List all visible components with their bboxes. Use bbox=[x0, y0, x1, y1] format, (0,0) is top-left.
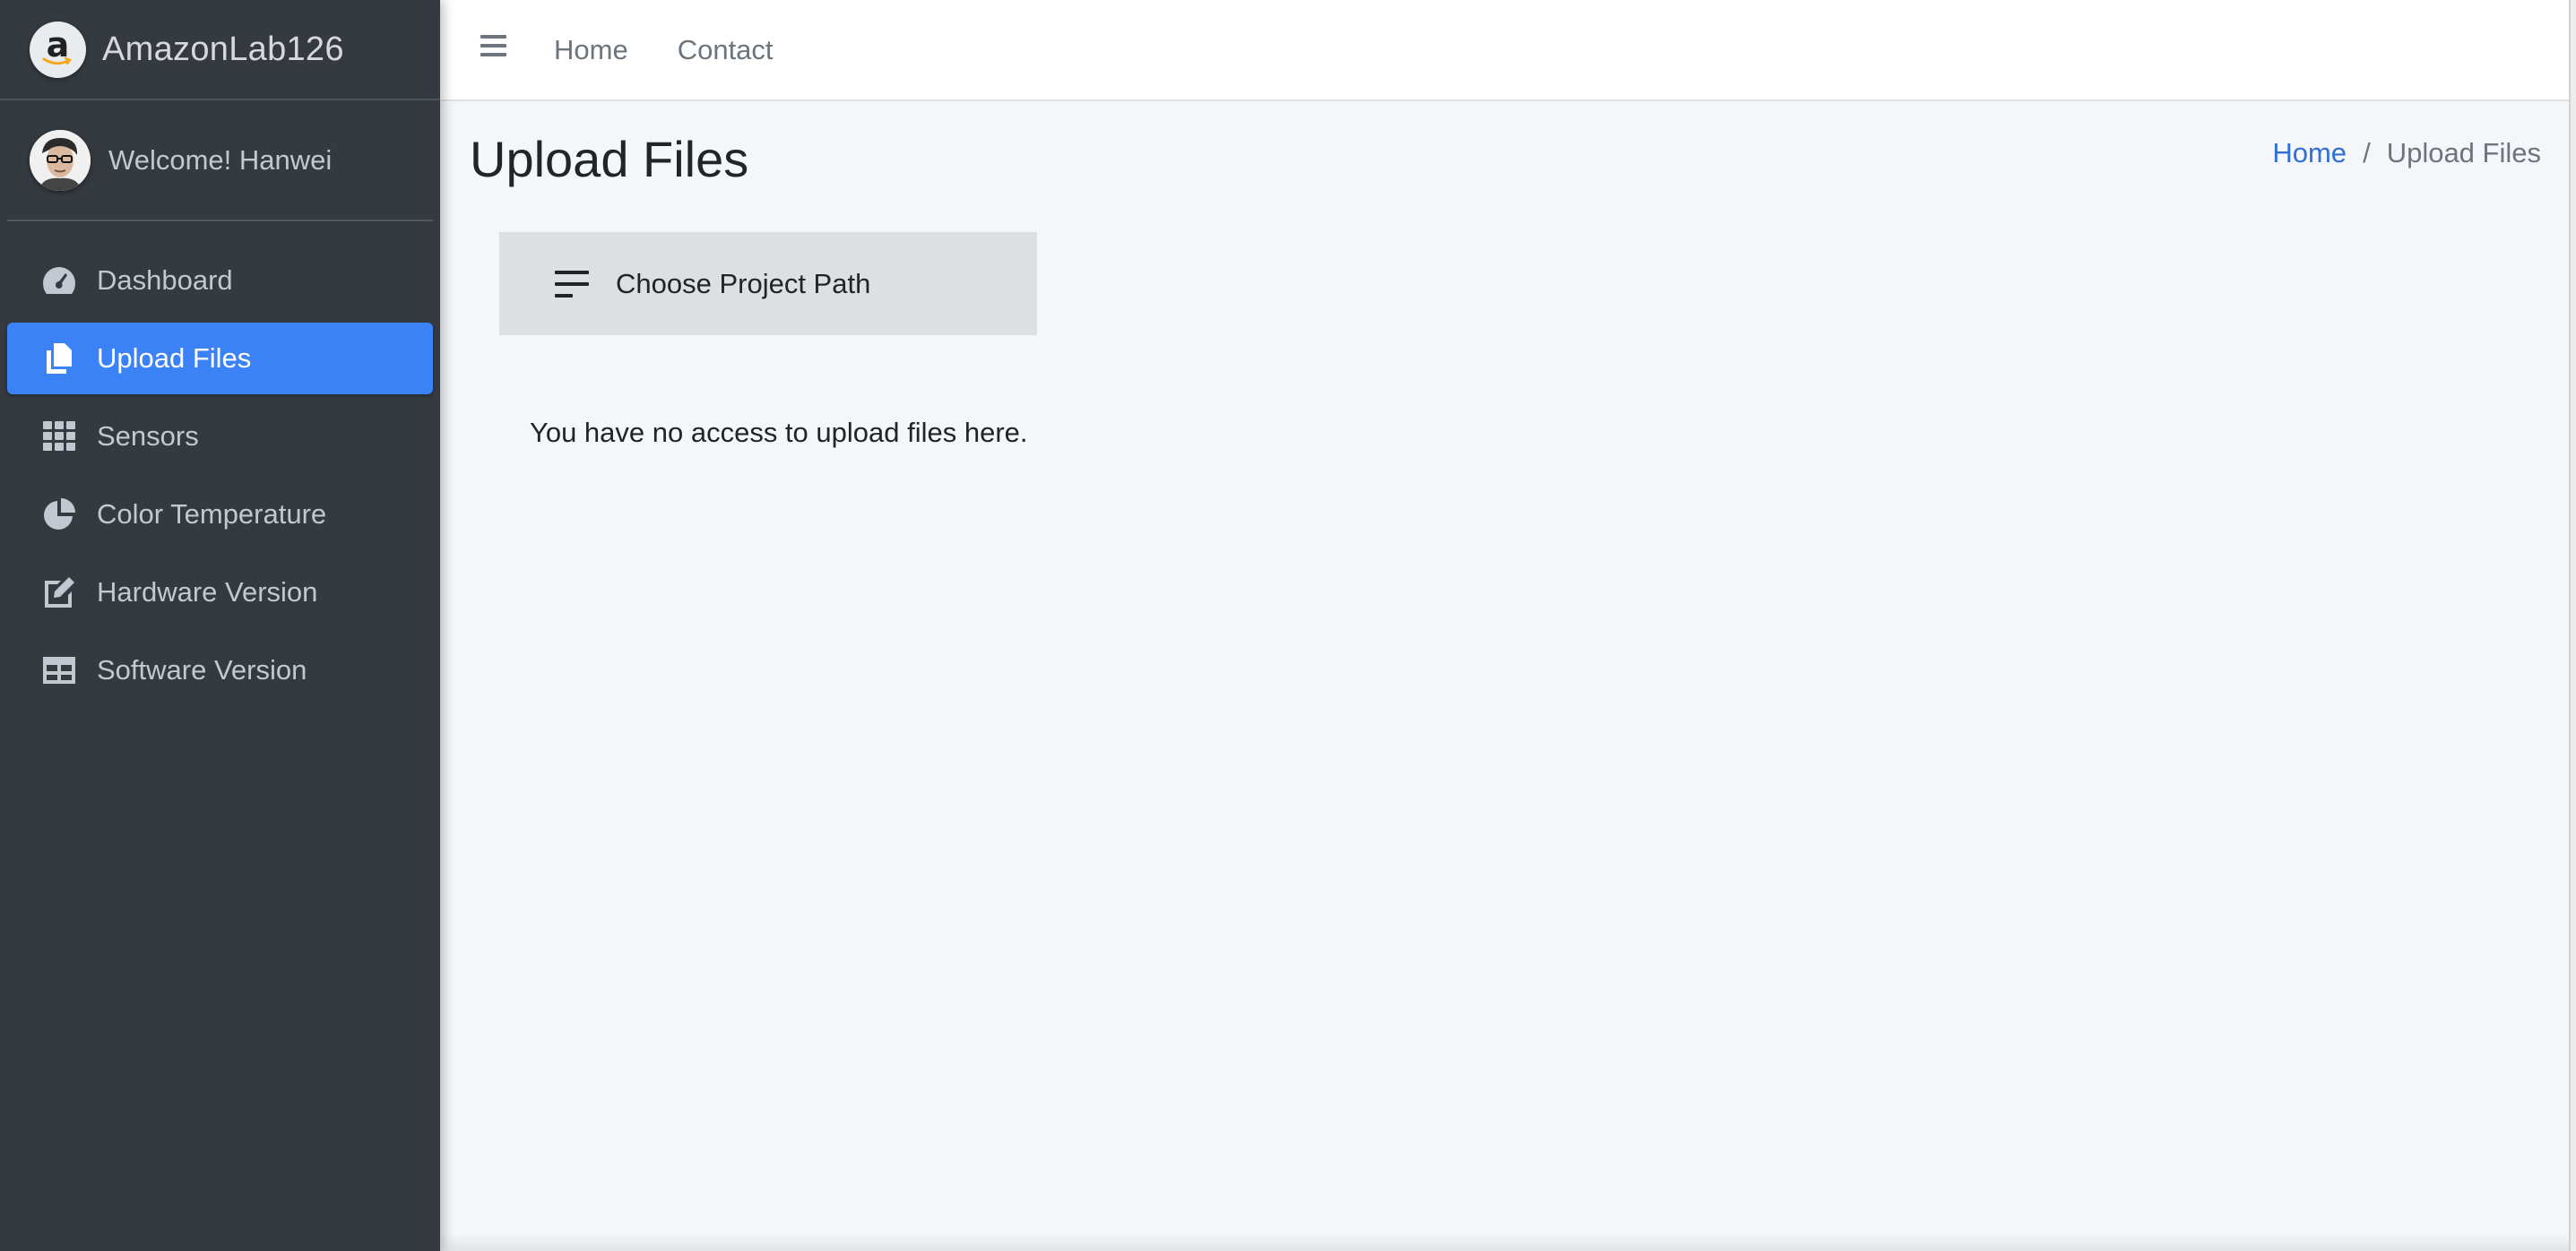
breadcrumb-current: Upload Files bbox=[2386, 137, 2541, 168]
sidebar-item-hardware-version[interactable]: Hardware Version bbox=[7, 556, 433, 628]
page-title: Upload Files bbox=[470, 131, 749, 187]
grid-icon bbox=[41, 418, 77, 454]
welcome-text: Welcome! Hanwei bbox=[108, 143, 333, 176]
tachometer-icon bbox=[41, 263, 77, 298]
choose-project-path-label: Choose Project Path bbox=[616, 267, 871, 299]
nav-link-home[interactable]: Home bbox=[554, 34, 628, 66]
sidebar-item-software-version[interactable]: Software Version bbox=[7, 634, 433, 706]
breadcrumb: Home / Upload Files bbox=[2272, 137, 2541, 169]
sidebar-item-dashboard[interactable]: Dashboard bbox=[7, 245, 433, 316]
sidebar-item-label: Software Version bbox=[97, 654, 307, 686]
sidebar-item-label: Color Temperature bbox=[97, 498, 327, 530]
sidebar-item-sensors[interactable]: Sensors bbox=[7, 401, 433, 472]
table-icon bbox=[41, 652, 77, 688]
top-navbar: Home Contact bbox=[440, 0, 2569, 101]
breadcrumb-separator: / bbox=[2363, 137, 2371, 168]
pie-chart-icon bbox=[41, 496, 77, 532]
avatar[interactable] bbox=[30, 129, 91, 191]
sidebar-item-label: Hardware Version bbox=[97, 576, 318, 608]
bottom-shadow bbox=[440, 1233, 2569, 1251]
amazon-logo-icon: a bbox=[30, 21, 86, 78]
align-left-icon bbox=[555, 270, 589, 298]
sidebar-item-color-temperature[interactable]: Color Temperature bbox=[7, 479, 433, 550]
no-access-message: You have no access to upload files here. bbox=[530, 417, 1028, 448]
brand-name: AmazonLab126 bbox=[102, 30, 344, 68]
edit-icon bbox=[41, 574, 77, 610]
breadcrumb-home-link[interactable]: Home bbox=[2272, 137, 2347, 169]
sidebar-item-label: Dashboard bbox=[97, 264, 233, 296]
nav-link-contact[interactable]: Contact bbox=[678, 34, 774, 66]
sidebar-item-upload-files[interactable]: Upload Files bbox=[7, 323, 433, 394]
window-scrollbar[interactable] bbox=[2569, 0, 2576, 1251]
copy-files-icon bbox=[41, 341, 77, 376]
sidebar-item-label: Sensors bbox=[97, 420, 199, 452]
sidebar-item-label: Upload Files bbox=[97, 342, 252, 374]
user-panel: Welcome! Hanwei bbox=[7, 100, 433, 221]
sidebar-nav: Dashboard Upload Files Sensors Color Tem… bbox=[0, 245, 440, 706]
main-content: Upload Files Home / Upload Files Choose … bbox=[440, 101, 2569, 1251]
choose-project-path-button[interactable]: Choose Project Path bbox=[499, 232, 1037, 335]
bars-icon[interactable] bbox=[480, 28, 516, 64]
brand-link[interactable]: a AmazonLab126 bbox=[0, 0, 440, 100]
sidebar: a AmazonLab126 Welcome! Hanwei Dashboard… bbox=[0, 0, 440, 1251]
